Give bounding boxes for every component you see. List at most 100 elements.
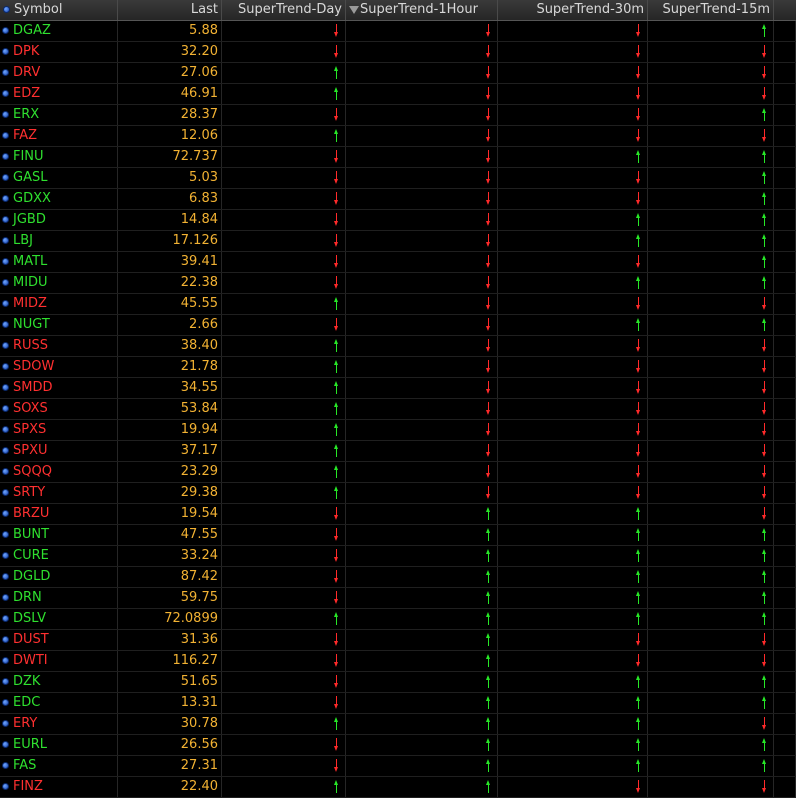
- column-header-supertrend-30m[interactable]: SuperTrend-30m: [498, 0, 648, 20]
- symbol-cell[interactable]: FAZ: [0, 126, 118, 146]
- symbol-cell[interactable]: SRTY: [0, 483, 118, 503]
- symbol-cell[interactable]: DRV: [0, 63, 118, 83]
- table-row[interactable]: FAS 27.31: [0, 756, 796, 777]
- table-row[interactable]: NUGT 2.66: [0, 315, 796, 336]
- symbol-cell[interactable]: EURL: [0, 735, 118, 755]
- supertrend-1hour-cell: [346, 126, 498, 146]
- symbol-cell[interactable]: BRZU: [0, 504, 118, 524]
- table-row[interactable]: BUNT 47.55: [0, 525, 796, 546]
- symbol-cell[interactable]: SPXS: [0, 420, 118, 440]
- table-row[interactable]: DGAZ 5.88: [0, 21, 796, 42]
- symbol-cell[interactable]: CURE: [0, 546, 118, 566]
- table-row[interactable]: SOXS 53.84: [0, 399, 796, 420]
- arrow-down-icon: [334, 675, 339, 688]
- symbol-cell[interactable]: EDZ: [0, 84, 118, 104]
- last-price-cell: 27.06: [118, 63, 222, 83]
- symbol-cell[interactable]: FINU: [0, 147, 118, 167]
- supertrend-15m-cell: [648, 399, 774, 419]
- symbol-cell[interactable]: DPK: [0, 42, 118, 62]
- symbol-cell[interactable]: MIDU: [0, 273, 118, 293]
- table-row[interactable]: FINZ 22.40: [0, 777, 796, 798]
- symbol-cell[interactable]: SOXS: [0, 399, 118, 419]
- symbol-cell[interactable]: DZK: [0, 672, 118, 692]
- table-row[interactable]: SPXS 19.94: [0, 420, 796, 441]
- arrow-down-icon: [486, 423, 491, 436]
- table-row[interactable]: CURE 33.24: [0, 546, 796, 567]
- supertrend-1hour-cell: [346, 357, 498, 377]
- table-row[interactable]: DPK 32.20: [0, 42, 796, 63]
- table-row[interactable]: DUST 31.36: [0, 630, 796, 651]
- table-row[interactable]: EDC 13.31: [0, 693, 796, 714]
- table-row[interactable]: DZK 51.65: [0, 672, 796, 693]
- table-row[interactable]: EURL 26.56: [0, 735, 796, 756]
- table-row[interactable]: DRN 59.75: [0, 588, 796, 609]
- column-header-supertrend-1hour[interactable]: SuperTrend-1Hour: [346, 0, 498, 20]
- row-filler: [774, 693, 796, 713]
- table-row[interactable]: JGBD 14.84: [0, 210, 796, 231]
- symbol-cell[interactable]: FAS: [0, 756, 118, 776]
- symbol-cell[interactable]: JGBD: [0, 210, 118, 230]
- column-header-last[interactable]: Last: [118, 0, 222, 20]
- arrow-up-icon: [762, 696, 767, 709]
- symbol-cell[interactable]: DWTI: [0, 651, 118, 671]
- table-row[interactable]: FAZ 12.06: [0, 126, 796, 147]
- table-row[interactable]: DRV 27.06: [0, 63, 796, 84]
- table-row[interactable]: SRTY 29.38: [0, 483, 796, 504]
- symbol-cell[interactable]: SMDD: [0, 378, 118, 398]
- table-row[interactable]: SQQQ 23.29: [0, 462, 796, 483]
- table-row[interactable]: GDXX 6.83: [0, 189, 796, 210]
- symbol-cell[interactable]: DUST: [0, 630, 118, 650]
- symbol-cell[interactable]: RUSS: [0, 336, 118, 356]
- column-header-supertrend-15m[interactable]: SuperTrend-15m: [648, 0, 774, 20]
- table-row[interactable]: MATL 39.41: [0, 252, 796, 273]
- symbol-cell[interactable]: GASL: [0, 168, 118, 188]
- table-row[interactable]: ERY 30.78: [0, 714, 796, 735]
- symbol-cell[interactable]: NUGT: [0, 315, 118, 335]
- table-row[interactable]: FINU 72.737: [0, 147, 796, 168]
- table-row[interactable]: DWTI 116.27: [0, 651, 796, 672]
- table-row[interactable]: DGLD 87.42: [0, 567, 796, 588]
- symbol-cell[interactable]: DRN: [0, 588, 118, 608]
- table-row[interactable]: LBJ 17.126: [0, 231, 796, 252]
- table-row[interactable]: SPXU 37.17: [0, 441, 796, 462]
- symbol-cell[interactable]: EDC: [0, 693, 118, 713]
- table-row[interactable]: EDZ 46.91: [0, 84, 796, 105]
- symbol-cell[interactable]: SDOW: [0, 357, 118, 377]
- symbol-cell[interactable]: DSLV: [0, 609, 118, 629]
- symbol-cell[interactable]: SPXU: [0, 441, 118, 461]
- symbol-cell[interactable]: BUNT: [0, 525, 118, 545]
- arrow-up-icon: [486, 591, 491, 604]
- column-header-symbol[interactable]: Symbol: [0, 0, 118, 20]
- symbol-cell[interactable]: ERX: [0, 105, 118, 125]
- table-row[interactable]: RUSS 38.40: [0, 336, 796, 357]
- symbol-cell[interactable]: LBJ: [0, 231, 118, 251]
- table-row[interactable]: MIDU 22.38: [0, 273, 796, 294]
- table-row[interactable]: DSLV 72.0899: [0, 609, 796, 630]
- last-price-cell: 32.20: [118, 42, 222, 62]
- column-header-1hour-label: SuperTrend-1Hour: [360, 2, 478, 17]
- table-row[interactable]: BRZU 19.54: [0, 504, 796, 525]
- symbol-cell[interactable]: DGLD: [0, 567, 118, 587]
- arrow-up-icon: [762, 318, 767, 331]
- symbol-cell[interactable]: MIDZ: [0, 294, 118, 314]
- table-row[interactable]: SDOW 21.78: [0, 357, 796, 378]
- column-header-supertrend-day[interactable]: SuperTrend-Day: [222, 0, 346, 20]
- table-row[interactable]: GASL 5.03: [0, 168, 796, 189]
- arrow-down-icon: [334, 738, 339, 751]
- symbol-cell[interactable]: ERY: [0, 714, 118, 734]
- arrow-up-icon: [486, 570, 491, 583]
- symbol-cell[interactable]: MATL: [0, 252, 118, 272]
- symbol-cell[interactable]: SQQQ: [0, 462, 118, 482]
- supertrend-day-cell: [222, 504, 346, 524]
- table-row[interactable]: ERX 28.37: [0, 105, 796, 126]
- symbol-cell[interactable]: FINZ: [0, 777, 118, 797]
- last-price-cell: 19.54: [118, 504, 222, 524]
- symbol-cell[interactable]: GDXX: [0, 189, 118, 209]
- arrow-up-icon: [636, 528, 641, 541]
- symbol-cell[interactable]: DGAZ: [0, 21, 118, 41]
- supertrend-day-cell: [222, 231, 346, 251]
- table-row[interactable]: SMDD 34.55: [0, 378, 796, 399]
- arrow-down-icon: [762, 423, 767, 436]
- supertrend-day-cell: [222, 63, 346, 83]
- table-row[interactable]: MIDZ 45.55: [0, 294, 796, 315]
